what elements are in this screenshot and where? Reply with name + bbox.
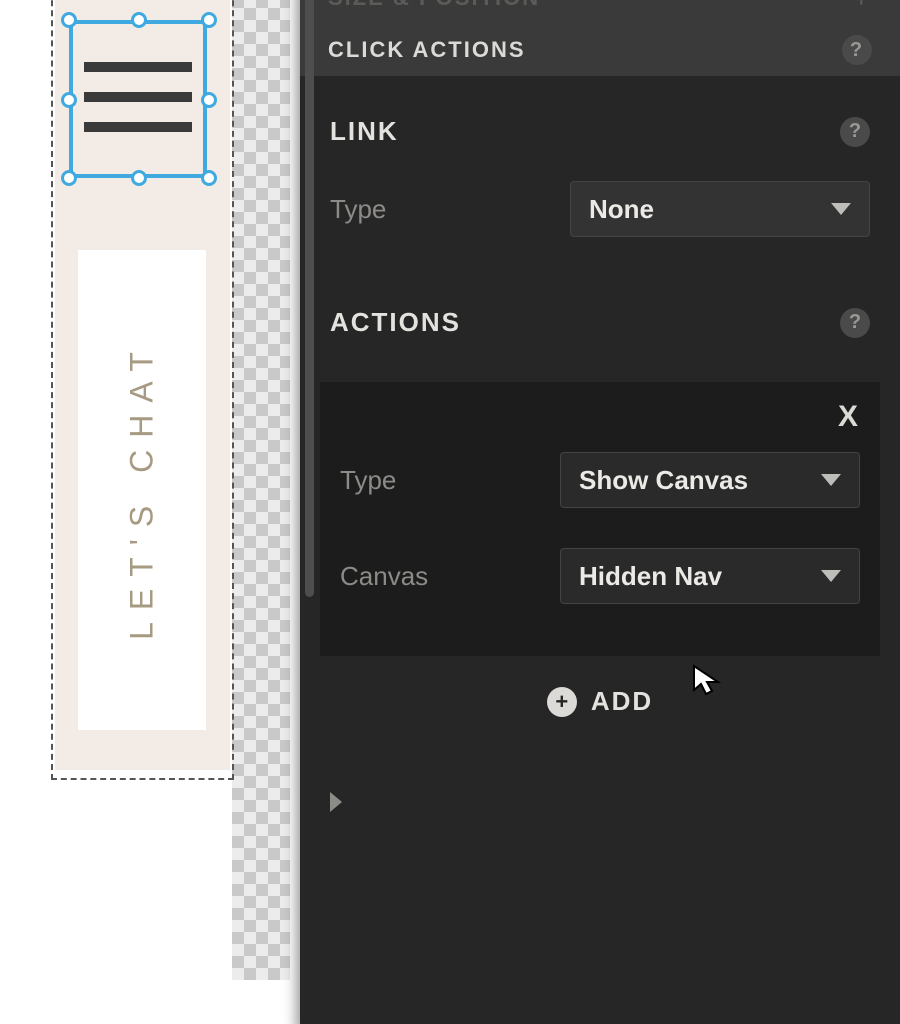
resize-handle-middle-right[interactable] — [201, 92, 217, 108]
panel-scrollbar[interactable] — [305, 0, 314, 597]
section-click-actions[interactable]: CLICK ACTIONS ? — [300, 24, 900, 76]
chevron-down-icon — [821, 570, 841, 582]
resize-handle-bottom-center[interactable] — [131, 170, 147, 186]
link-type-select[interactable]: None — [570, 181, 870, 237]
help-icon[interactable]: ? — [840, 308, 870, 338]
chat-card[interactable]: LET'S CHAT — [78, 250, 206, 730]
help-icon[interactable]: ? — [842, 35, 872, 65]
help-icon[interactable]: ? — [840, 117, 870, 147]
remove-action-button[interactable]: X — [838, 400, 858, 434]
chevron-down-icon — [821, 474, 841, 486]
resize-handle-top-right[interactable] — [201, 12, 217, 28]
resize-handle-top-center[interactable] — [131, 12, 147, 28]
link-type-value: None — [589, 194, 654, 225]
action-type-value: Show Canvas — [579, 465, 748, 496]
link-subsection: LINK ? Type None — [300, 76, 900, 277]
link-heading: LINK — [330, 116, 399, 147]
resize-handle-bottom-left[interactable] — [61, 170, 77, 186]
action-canvas-label: Canvas — [340, 561, 428, 592]
section-title: CLICK ACTIONS — [328, 37, 526, 63]
actions-subsection: ACTIONS ? — [300, 277, 900, 382]
action-item-card: X Type Show Canvas Canvas Hidden Nav — [320, 382, 880, 656]
link-type-label: Type — [330, 194, 386, 225]
plus-icon: + — [852, 0, 872, 15]
hamburger-icon[interactable] — [84, 62, 192, 132]
design-canvas[interactable]: LET'S CHAT — [0, 0, 300, 1024]
action-canvas-select[interactable]: Hidden Nav — [560, 548, 860, 604]
action-type-select[interactable]: Show Canvas — [560, 452, 860, 508]
properties-panel: SIZE & POSITION + CLICK ACTIONS ? LINK ?… — [300, 0, 900, 1024]
action-type-label: Type — [340, 465, 396, 496]
plus-circle-icon: + — [547, 687, 577, 717]
add-action-label: ADD — [591, 686, 653, 717]
section-size-position[interactable]: SIZE & POSITION + — [300, 0, 900, 24]
canvas-transparency-grid — [232, 0, 290, 980]
resize-handle-top-left[interactable] — [61, 12, 77, 28]
resize-handle-middle-left[interactable] — [61, 92, 77, 108]
actions-heading: ACTIONS — [330, 307, 461, 338]
add-action-button[interactable]: + ADD — [300, 686, 900, 717]
resize-handle-bottom-right[interactable] — [201, 170, 217, 186]
chat-card-label: LET'S CHAT — [124, 340, 161, 640]
chevron-down-icon — [831, 203, 851, 215]
section-title: SIZE & POSITION — [328, 0, 540, 11]
action-canvas-value: Hidden Nav — [579, 561, 722, 592]
panel-expand-caret-icon[interactable] — [330, 792, 342, 812]
